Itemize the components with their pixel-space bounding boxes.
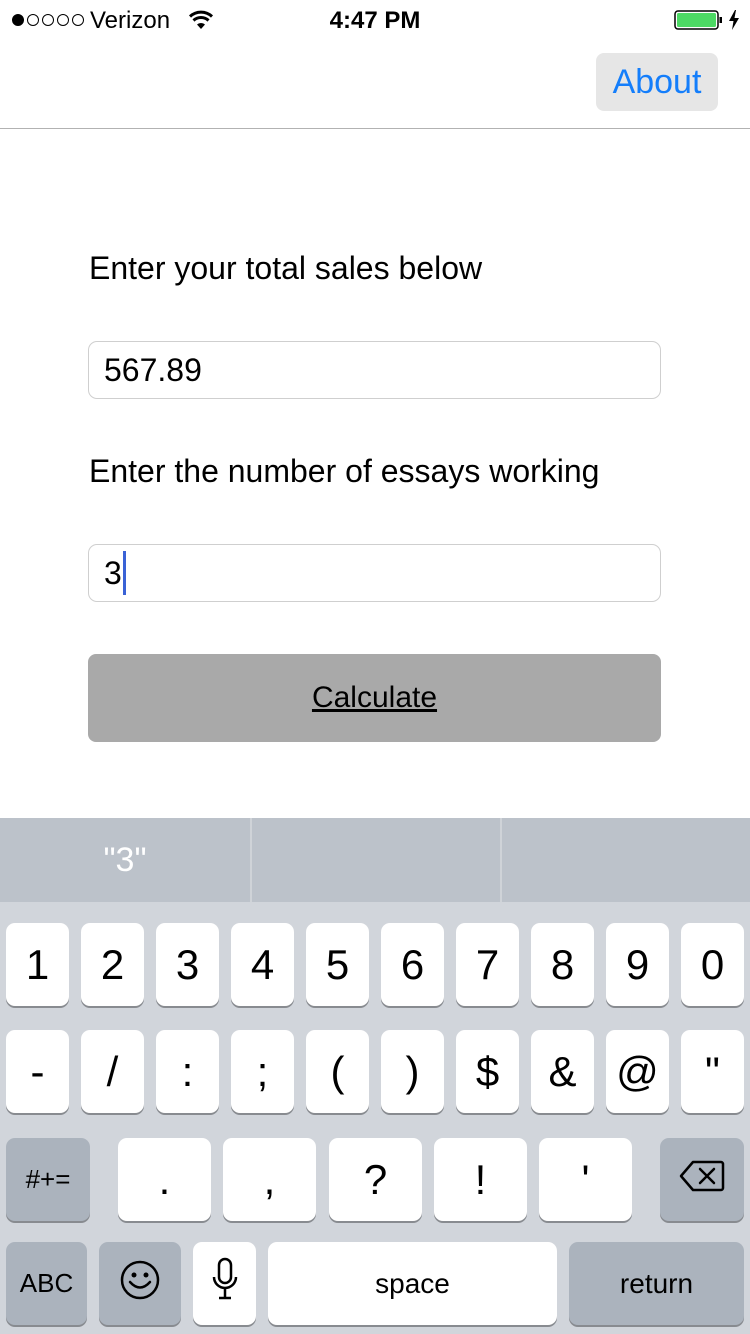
numeric-keyboard: "3" 1 2 3 4 5 6 7 8 9 0 - / : ; ( ) $ & … bbox=[0, 818, 750, 1334]
sales-input[interactable]: 567.89 bbox=[88, 341, 661, 399]
emoji-icon bbox=[119, 1259, 161, 1308]
key-quote[interactable]: " bbox=[681, 1030, 744, 1113]
key-semicolon[interactable]: ; bbox=[231, 1030, 294, 1113]
key-hyphen[interactable]: - bbox=[6, 1030, 69, 1113]
key-4[interactable]: 4 bbox=[231, 923, 294, 1006]
key-5[interactable]: 5 bbox=[306, 923, 369, 1006]
return-key[interactable]: return bbox=[569, 1242, 744, 1325]
suggestion-1[interactable]: "3" bbox=[0, 818, 250, 902]
key-2[interactable]: 2 bbox=[81, 923, 144, 1006]
text-cursor bbox=[122, 551, 126, 595]
backspace-icon bbox=[679, 1160, 725, 1199]
microphone-icon bbox=[211, 1257, 239, 1311]
key-6[interactable]: 6 bbox=[381, 923, 444, 1006]
key-exclamation[interactable]: ! bbox=[434, 1138, 527, 1221]
suggestion-3[interactable] bbox=[500, 818, 750, 902]
key-1[interactable]: 1 bbox=[6, 923, 69, 1006]
suggestion-2[interactable] bbox=[250, 818, 500, 902]
key-9[interactable]: 9 bbox=[606, 923, 669, 1006]
dictation-key[interactable] bbox=[193, 1242, 256, 1325]
navigation-bar: About bbox=[0, 40, 750, 129]
key-8[interactable]: 8 bbox=[531, 923, 594, 1006]
key-at[interactable]: @ bbox=[606, 1030, 669, 1113]
battery-icon bbox=[674, 9, 724, 36]
key-0[interactable]: 0 bbox=[681, 923, 744, 1006]
key-apostrophe[interactable]: ' bbox=[539, 1138, 632, 1221]
key-period[interactable]: . bbox=[118, 1138, 211, 1221]
suggestion-bar: "3" bbox=[0, 818, 750, 902]
essays-input[interactable]: 3 bbox=[88, 544, 661, 602]
about-button[interactable]: About bbox=[596, 53, 718, 111]
key-ampersand[interactable]: & bbox=[531, 1030, 594, 1113]
sales-input-value: 567.89 bbox=[104, 351, 202, 388]
space-key[interactable]: space bbox=[268, 1242, 557, 1325]
key-question[interactable]: ? bbox=[329, 1138, 422, 1221]
emoji-key[interactable] bbox=[99, 1242, 181, 1325]
key-7[interactable]: 7 bbox=[456, 923, 519, 1006]
key-dollar[interactable]: $ bbox=[456, 1030, 519, 1113]
key-slash[interactable]: / bbox=[81, 1030, 144, 1113]
key-open-paren[interactable]: ( bbox=[306, 1030, 369, 1113]
essays-input-value: 3 bbox=[104, 554, 122, 591]
key-colon[interactable]: : bbox=[156, 1030, 219, 1113]
clock: 4:47 PM bbox=[329, 7, 421, 34]
key-comma[interactable]: , bbox=[223, 1138, 316, 1221]
status-bar: Verizon 4:47 PM bbox=[0, 0, 750, 40]
essays-label: Enter the number of essays working bbox=[89, 453, 600, 489]
key-3[interactable]: 3 bbox=[156, 923, 219, 1006]
charging-bolt-icon bbox=[728, 9, 740, 36]
symbols-toggle-key[interactable]: #+= bbox=[6, 1138, 90, 1221]
key-close-paren[interactable]: ) bbox=[381, 1030, 444, 1113]
delete-key[interactable] bbox=[660, 1138, 744, 1221]
calculate-button[interactable]: Calculate bbox=[88, 654, 661, 742]
abc-key[interactable]: ABC bbox=[6, 1242, 87, 1325]
sales-label: Enter your total sales below bbox=[89, 250, 483, 286]
